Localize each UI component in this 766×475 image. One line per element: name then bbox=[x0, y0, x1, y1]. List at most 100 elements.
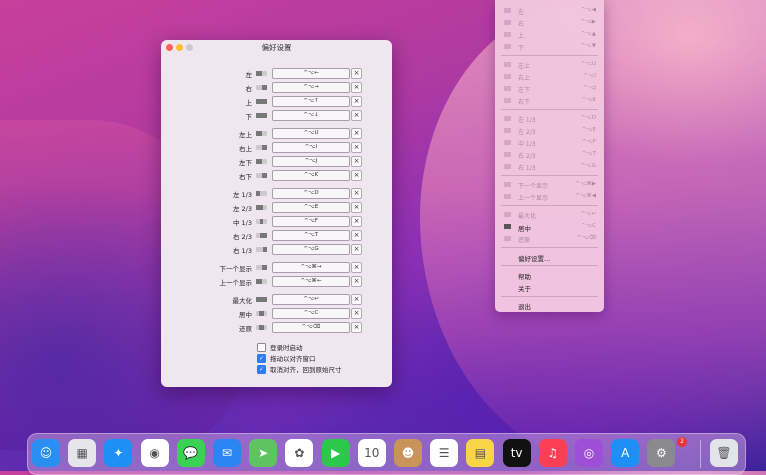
trash-icon[interactable]: 🗑 bbox=[710, 439, 738, 467]
menu-item-icon bbox=[504, 98, 511, 103]
menu-item-label: 右下 bbox=[518, 99, 531, 106]
music-icon[interactable]: ♫ bbox=[538, 439, 567, 467]
left-third-icon bbox=[256, 191, 267, 196]
shortcut-row: 上 ^⌥↑ × bbox=[161, 96, 392, 107]
shortcut-field[interactable]: ^⌥↩ bbox=[272, 294, 350, 305]
shortcut-field[interactable]: ^⌥I bbox=[272, 142, 350, 153]
menu-item-label: 左上 bbox=[518, 63, 531, 70]
calendar-icon[interactable]: 10 bbox=[357, 439, 386, 467]
menu-item-label: 左 2/3 bbox=[518, 129, 536, 136]
clear-shortcut-button[interactable]: × bbox=[351, 188, 362, 199]
shortcut-label: 左下 bbox=[239, 159, 252, 167]
preference-checkbox[interactable]: ✓ 取消对齐，回到原始尺寸 bbox=[257, 364, 342, 374]
facetime-icon[interactable]: ▶ bbox=[321, 439, 350, 467]
shortcut-label: 右下 bbox=[239, 173, 252, 181]
left-two-thirds-icon bbox=[256, 205, 267, 210]
clear-shortcut-button[interactable]: × bbox=[351, 156, 362, 167]
title-bar: 偏好设置 bbox=[161, 40, 392, 56]
clear-shortcut-button[interactable]: × bbox=[351, 322, 362, 333]
menu-item-preferences[interactable]: 偏好设置... bbox=[495, 251, 604, 263]
system-preferences-icon[interactable]: ⚙ bbox=[647, 439, 676, 467]
clear-shortcut-button[interactable]: × bbox=[351, 216, 362, 227]
clear-shortcut-button[interactable]: × bbox=[351, 230, 362, 241]
clear-shortcut-button[interactable]: × bbox=[351, 68, 362, 79]
finder-icon[interactable]: ☺ bbox=[32, 439, 60, 467]
preference-checkbox[interactable]: ✓ 拖动以对齐窗口 bbox=[257, 353, 316, 363]
clear-shortcut-button[interactable]: × bbox=[351, 110, 362, 121]
clear-shortcut-button[interactable]: × bbox=[351, 276, 362, 287]
shortcut-field[interactable]: ^⌥D bbox=[272, 188, 350, 199]
menu-item-icon bbox=[504, 128, 511, 133]
window-title: 偏好设置 bbox=[261, 43, 292, 52]
shortcut-field[interactable]: ^⌥← bbox=[272, 68, 350, 79]
safari-icon[interactable]: ✦ bbox=[104, 439, 133, 467]
menu-separator bbox=[501, 109, 598, 110]
shortcut-field[interactable]: ^⌥C bbox=[272, 308, 350, 319]
shortcut-field[interactable]: ^⌥↑ bbox=[272, 96, 350, 107]
shortcut-field[interactable]: ^⌥T bbox=[272, 230, 350, 241]
menu-item-label: 居中 bbox=[518, 225, 531, 233]
shortcut-field[interactable]: ^⌥↓ bbox=[272, 110, 350, 121]
menu-item: 上一个显示 ^⌥⌘◀ bbox=[495, 191, 604, 202]
shortcut-row: 下 ^⌥↓ × bbox=[161, 110, 392, 121]
menu-item-icon bbox=[504, 116, 511, 121]
appstore-icon[interactable]: A bbox=[611, 439, 640, 467]
clear-shortcut-button[interactable]: × bbox=[351, 82, 362, 93]
contacts-icon[interactable]: ☻ bbox=[394, 439, 422, 467]
shortcut-row: 左上 ^⌥U × bbox=[161, 128, 392, 139]
shortcut-field[interactable]: ^⌥→ bbox=[272, 82, 350, 93]
photos-icon[interactable]: ✿ bbox=[285, 439, 314, 467]
checkbox[interactable]: ✓ bbox=[257, 364, 266, 374]
clear-shortcut-button[interactable]: × bbox=[351, 294, 362, 305]
preference-checkbox[interactable]: 登录时启动 bbox=[257, 342, 303, 352]
shortcut-label: 中 1/3 bbox=[232, 219, 252, 227]
notes-icon[interactable]: ▤ bbox=[466, 439, 495, 467]
reminders-icon[interactable]: ☰ bbox=[430, 439, 459, 467]
menu-item-shortcut: ^⌥G bbox=[580, 163, 596, 169]
clear-shortcut-button[interactable]: × bbox=[351, 244, 362, 255]
appletv-icon[interactable]: tv bbox=[502, 439, 531, 467]
launchpad-icon[interactable]: ▦ bbox=[68, 439, 97, 467]
mail-icon[interactable]: ✉ bbox=[213, 439, 241, 467]
menu-item: 右 2/3 ^⌥T bbox=[495, 149, 604, 160]
shortcut-field[interactable]: ^⌥⌫ bbox=[272, 322, 350, 333]
shortcut-field[interactable]: ^⌥K bbox=[272, 170, 350, 181]
chrome-icon[interactable]: ◉ bbox=[140, 439, 169, 467]
podcasts-icon[interactable]: ◎ bbox=[575, 439, 603, 467]
messages-icon[interactable]: 💬 bbox=[176, 439, 205, 467]
menu-item-about[interactable]: 关于 bbox=[495, 281, 604, 293]
shortcut-row: 右 1/3 ^⌥G × bbox=[161, 244, 392, 255]
checkbox[interactable] bbox=[257, 342, 266, 352]
menu-item-shortcut: ^⌥F bbox=[581, 139, 596, 145]
shortcut-field[interactable]: ^⌥⌘→ bbox=[272, 262, 350, 273]
clear-shortcut-button[interactable]: × bbox=[351, 308, 362, 319]
shortcut-field[interactable]: ^⌥E bbox=[272, 202, 350, 213]
clear-shortcut-button[interactable]: × bbox=[351, 128, 362, 139]
menu-item[interactable]: 居中 ^⌥C bbox=[495, 221, 604, 233]
menu-item: 下一个显示 ^⌥⌘▶ bbox=[495, 179, 604, 190]
menu-item: 中 1/3 ^⌥F bbox=[495, 137, 604, 148]
menu-item: 下 ^⌥▼ bbox=[495, 41, 604, 52]
menu-item-icon bbox=[504, 86, 511, 91]
shortcut-field[interactable]: ^⌥F bbox=[272, 216, 350, 227]
shortcut-label: 左上 bbox=[239, 131, 252, 139]
shortcut-field[interactable]: ^⌥J bbox=[272, 156, 350, 167]
clear-shortcut-button[interactable]: × bbox=[351, 96, 362, 107]
shortcut-row: 左下 ^⌥J × bbox=[161, 156, 392, 167]
menu-item-icon bbox=[504, 20, 511, 25]
clear-shortcut-button[interactable]: × bbox=[351, 262, 362, 273]
menu-item-shortcut: ^⌥▼ bbox=[580, 43, 596, 49]
menu-item-help[interactable]: 帮助 bbox=[495, 269, 604, 281]
shortcut-field[interactable]: ^⌥G bbox=[272, 244, 350, 255]
clear-shortcut-button[interactable]: × bbox=[351, 170, 362, 181]
menu-item-label: 还原 bbox=[518, 237, 531, 244]
menu-item-shortcut: ^⌥⌘◀ bbox=[575, 193, 596, 199]
maps-icon[interactable]: ➤ bbox=[249, 439, 278, 467]
shortcut-field[interactable]: ^⌥U bbox=[272, 128, 350, 139]
checkbox[interactable]: ✓ bbox=[257, 353, 266, 363]
shortcut-field[interactable]: ^⌥⌘← bbox=[272, 276, 350, 287]
left-half-icon bbox=[256, 71, 267, 76]
clear-shortcut-button[interactable]: × bbox=[351, 142, 362, 153]
menu-item-quit[interactable]: 退出 bbox=[495, 299, 604, 311]
clear-shortcut-button[interactable]: × bbox=[351, 202, 362, 213]
